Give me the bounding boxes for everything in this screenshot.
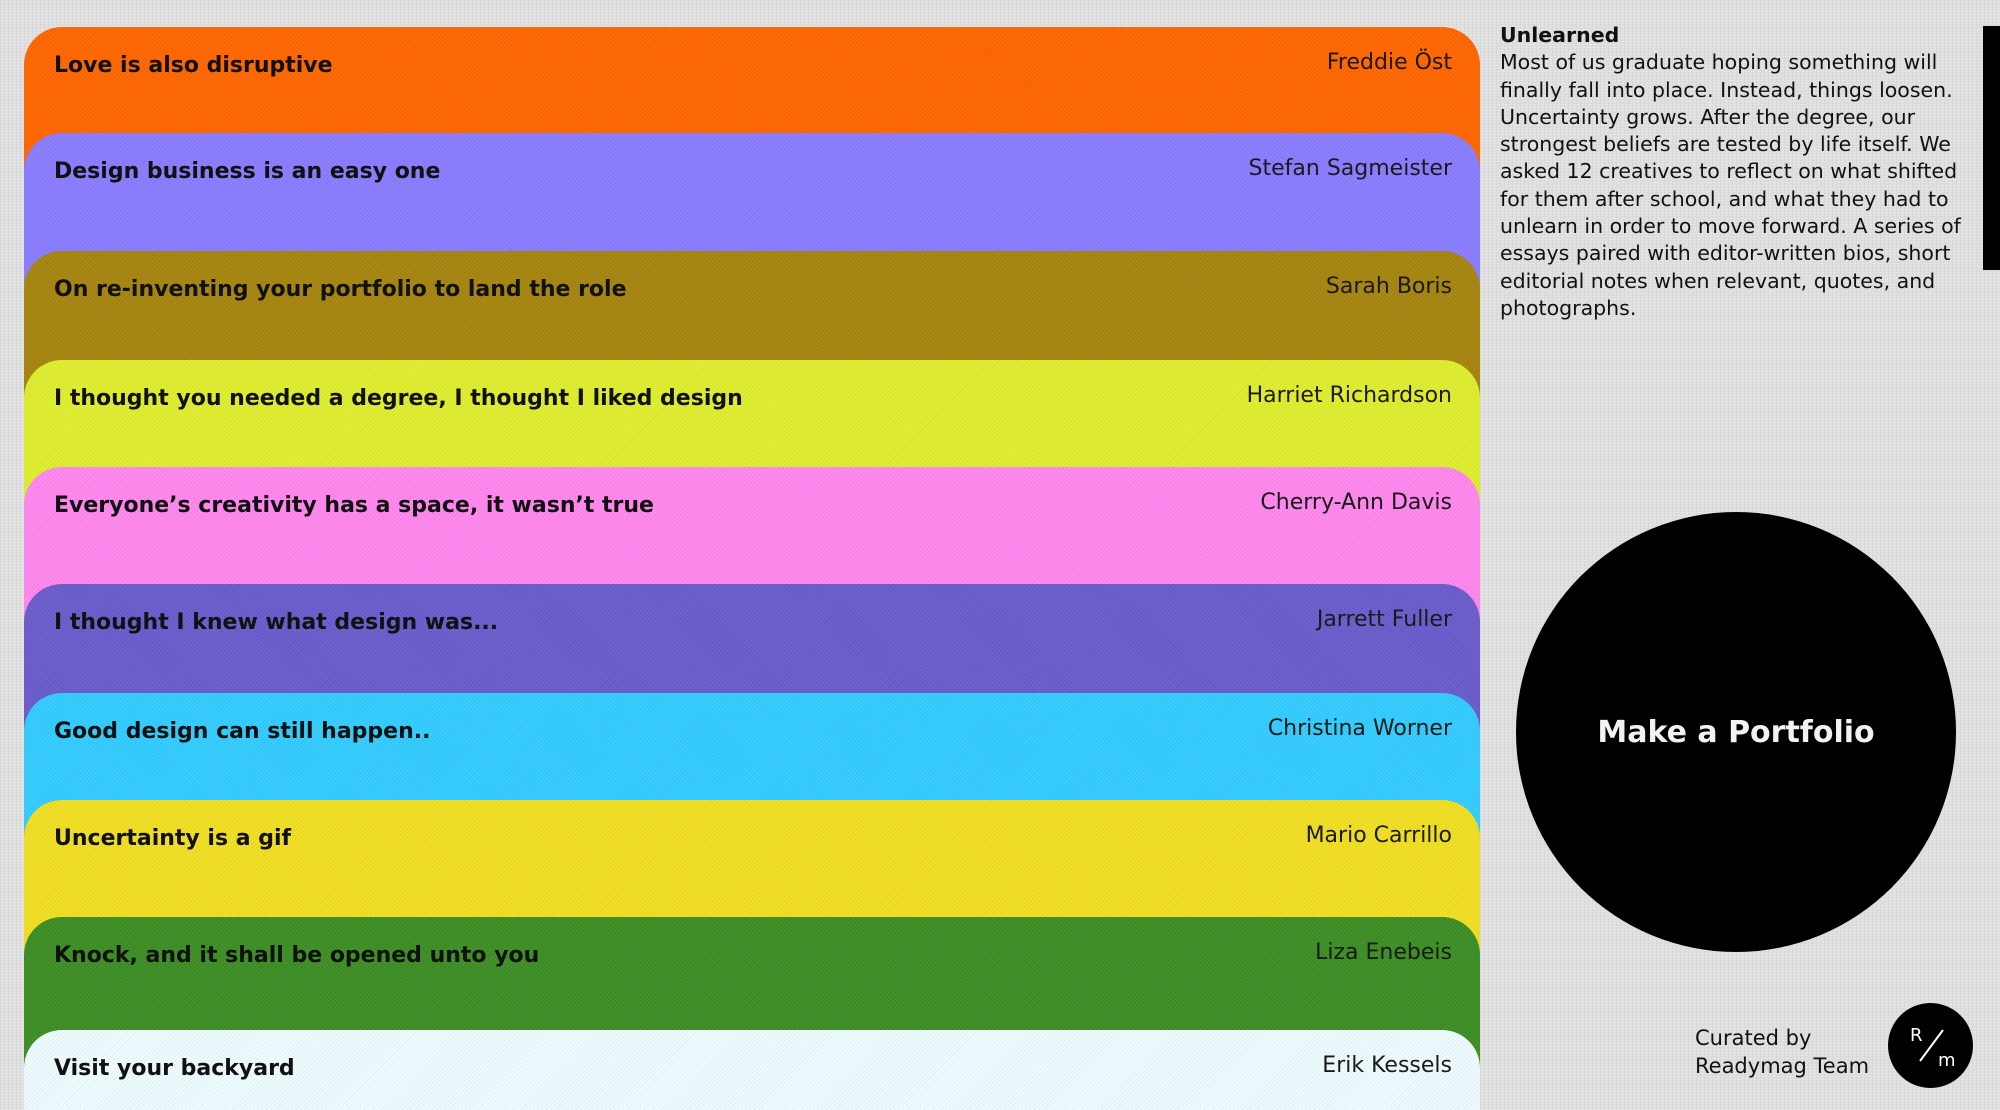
readymag-logo-icon[interactable]: R m <box>1888 1003 1973 1088</box>
essay-author: Freddie Öst <box>1326 50 1452 75</box>
essay-title: Good design can still happen.. <box>54 719 431 744</box>
essay-author: Erik Kessels <box>1322 1053 1452 1078</box>
make-portfolio-button[interactable]: Make a Portfolio <box>1516 512 1956 952</box>
essay-author: Jarrett Fuller <box>1316 607 1452 632</box>
essay-author: Liza Enebeis <box>1315 940 1452 965</box>
credits-line-2: Readymag Team <box>1695 1054 1870 1078</box>
intro-text: Most of us graduate hoping something wil… <box>1500 50 1961 320</box>
page: Love is also disruptive Freddie Öst Design… <box>0 0 2000 1110</box>
essay-title: Love is also disruptive <box>54 53 333 78</box>
essay-title: Knock, and it shall be opened unto you <box>54 943 540 968</box>
make-portfolio-label: Make a Portfolio <box>1597 714 1875 750</box>
essay-author: Christina Worner <box>1267 716 1452 741</box>
essay-title: Visit your backyard <box>54 1056 295 1081</box>
readymag-logo-graphic: R m <box>1910 1025 1956 1071</box>
intro-section: Unlearned Most of us graduate hoping som… <box>1500 22 1970 322</box>
logo-letter-m: m <box>1938 1050 1956 1071</box>
essay-author: Harriet Richardson <box>1246 383 1452 408</box>
essay-author: Stefan Sagmeister <box>1248 156 1452 181</box>
essay-card[interactable]: Visit your backyard Erik Kessels <box>24 1030 1480 1110</box>
credits-line-1: Curated by <box>1695 1026 1812 1050</box>
intro-title: Unlearned <box>1500 23 1620 47</box>
essay-title: On re-inventing your portfolio to land t… <box>54 277 627 302</box>
scrollbar-thumb[interactable] <box>1983 26 2000 270</box>
essay-title: Everyone’s creativity has a space, it wa… <box>54 493 654 518</box>
essay-title: Uncertainty is a gif <box>54 826 292 851</box>
essay-author: Mario Carrillo <box>1305 823 1452 848</box>
essay-author: Sarah Boris <box>1325 274 1452 299</box>
essay-title: Design business is an easy one <box>54 159 441 184</box>
logo-letter-r: R <box>1910 1025 1923 1046</box>
essay-title: I thought you needed a degree, I thought… <box>54 386 743 411</box>
essay-author: Cherry-Ann Davis <box>1260 490 1452 515</box>
essay-title: I thought I knew what design was... <box>54 610 499 635</box>
credits: Curated by Readymag Team <box>1695 1024 1869 1080</box>
